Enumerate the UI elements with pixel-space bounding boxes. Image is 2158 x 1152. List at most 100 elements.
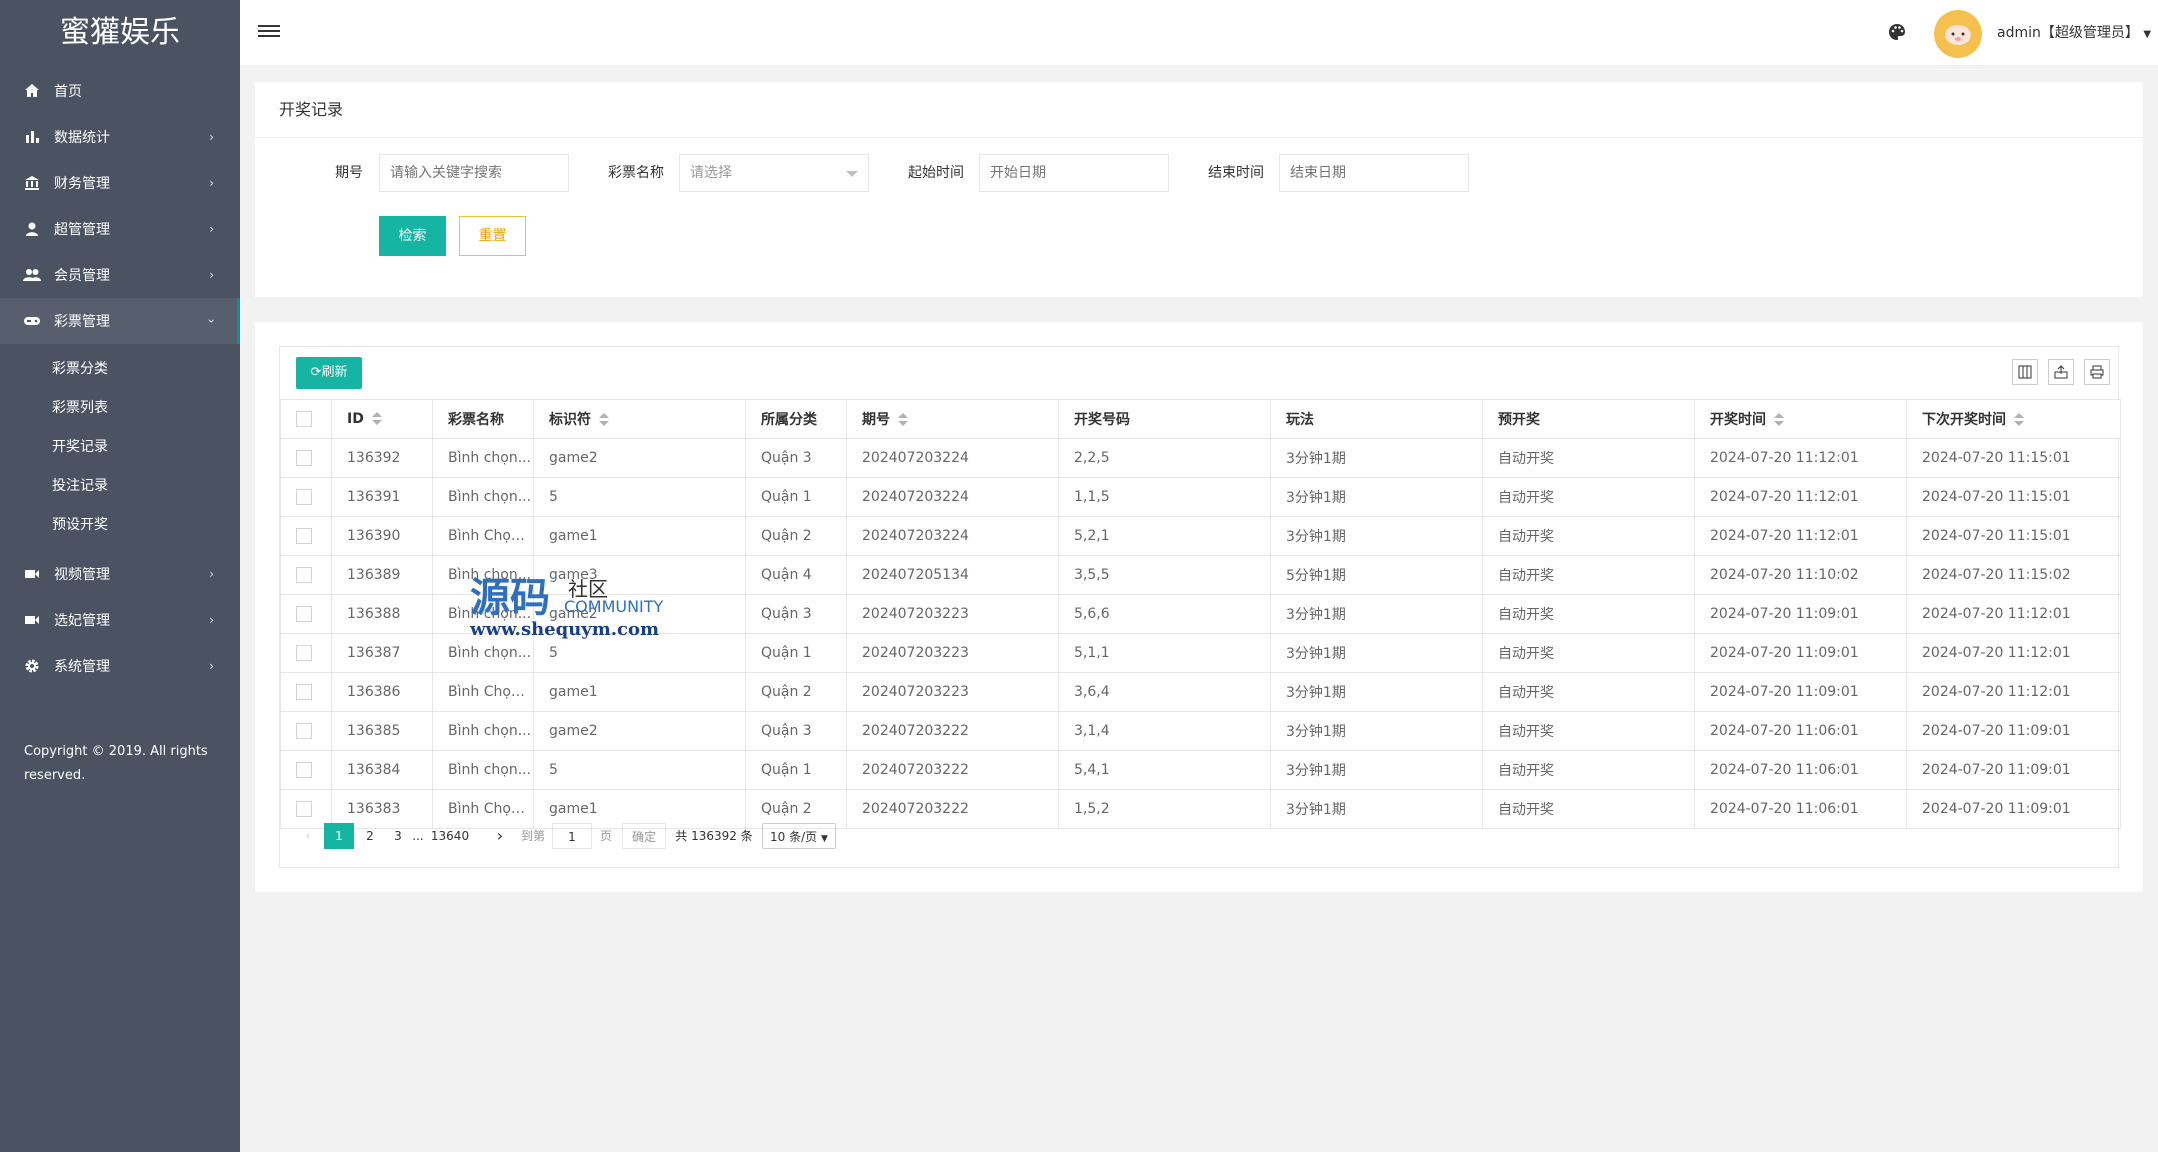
table-row[interactable]: 136384 Bình chọn... 5 Quận 1 202407203222 5,4… bbox=[280, 750, 2121, 790]
sort-icon[interactable] bbox=[1774, 413, 1784, 427]
table-cell: 2024-07-20 11:12:01 bbox=[1694, 516, 1907, 556]
prev-page-icon[interactable]: ‹ bbox=[298, 823, 318, 849]
column-header-next-draw-time[interactable]: 下次开奖时间 bbox=[1906, 399, 2121, 439]
sidebar-item-concubine[interactable]: 选妃管理 › bbox=[0, 597, 240, 643]
table-row[interactable]: 136390 Bình Chọn... game1 Quận 2 20240720322… bbox=[280, 516, 2121, 556]
row-select-cell[interactable] bbox=[280, 438, 332, 478]
submenu-lottery-list[interactable]: 彩票列表 bbox=[0, 389, 240, 428]
columns-filter-icon[interactable] bbox=[2012, 359, 2038, 385]
sidebar-item-admin[interactable]: 超管管理 › bbox=[0, 206, 240, 252]
table-cell: 5 bbox=[533, 750, 746, 790]
table-row[interactable]: 136392 Bình chọn... game2 Quận 3 20240720322… bbox=[280, 438, 2121, 478]
page-last[interactable]: 13640 bbox=[430, 823, 470, 849]
row-checkbox[interactable] bbox=[296, 567, 312, 583]
row-select-cell[interactable] bbox=[280, 516, 332, 556]
row-checkbox[interactable] bbox=[296, 528, 312, 544]
row-select-cell[interactable] bbox=[280, 477, 332, 517]
table-cell: Bình chọn... bbox=[432, 477, 534, 517]
table-header-row: ID 彩票名称 标识符 所属分类 期号 开奖号码 玩法 预开奖 开奖时间 下次开… bbox=[280, 399, 2121, 439]
row-select-cell[interactable] bbox=[280, 672, 332, 712]
sidebar-item-stats[interactable]: 数据统计 › bbox=[0, 114, 240, 160]
end-date-input[interactable] bbox=[1279, 154, 1469, 192]
table-cell: 3分钟1期 bbox=[1270, 477, 1483, 517]
table-cell: 136386 bbox=[331, 672, 433, 712]
select-all-cell[interactable] bbox=[280, 399, 332, 439]
table-cell: 自动开奖 bbox=[1482, 594, 1695, 634]
lottery-name-label: 彩票名称 bbox=[608, 165, 664, 181]
sidebar-item-finance[interactable]: 财务管理 › bbox=[0, 160, 240, 206]
row-checkbox[interactable] bbox=[296, 723, 312, 739]
row-select-cell[interactable] bbox=[280, 750, 332, 790]
row-select-cell[interactable] bbox=[280, 555, 332, 595]
menu-toggle-icon[interactable] bbox=[258, 22, 280, 44]
table-cell: game2 bbox=[533, 438, 746, 478]
sidebar-item-lottery[interactable]: 彩票管理 › bbox=[0, 298, 240, 344]
page-3[interactable]: 3 bbox=[388, 823, 408, 849]
table-cell: 自动开奖 bbox=[1482, 672, 1695, 712]
column-header-id[interactable]: ID bbox=[331, 399, 433, 439]
sort-icon[interactable] bbox=[599, 413, 609, 427]
search-button[interactable]: 检索 bbox=[379, 216, 446, 256]
table-cell: 136390 bbox=[331, 516, 433, 556]
submenu-preset-draw[interactable]: 预设开奖 bbox=[0, 506, 240, 545]
chevron-down-icon: › bbox=[204, 318, 219, 324]
user-menu[interactable]: admin【超级管理员】 ▼ bbox=[1997, 22, 2151, 46]
submenu-lottery-category[interactable]: 彩票分类 bbox=[0, 350, 240, 389]
table-cell: 2024-07-20 11:09:01 bbox=[1694, 633, 1907, 673]
sort-icon[interactable] bbox=[2014, 413, 2024, 427]
avatar[interactable] bbox=[1934, 10, 1982, 58]
sort-icon[interactable] bbox=[371, 412, 382, 426]
table-cell: 自动开奖 bbox=[1482, 555, 1695, 595]
next-page-icon[interactable]: › bbox=[490, 823, 510, 849]
table-cell: 自动开奖 bbox=[1482, 633, 1695, 673]
column-header-category: 所属分类 bbox=[745, 399, 847, 439]
submenu-bet-records[interactable]: 投注记录 bbox=[0, 467, 240, 506]
table-cell: 5,6,6 bbox=[1058, 594, 1271, 634]
export-icon[interactable] bbox=[2048, 359, 2074, 385]
table-cell: 2024-07-20 11:15:01 bbox=[1906, 438, 2121, 478]
video-icon bbox=[22, 613, 42, 627]
sort-icon[interactable] bbox=[898, 413, 908, 427]
period-search-input[interactable] bbox=[379, 154, 569, 192]
sidebar-item-members[interactable]: 会员管理 › bbox=[0, 252, 240, 298]
print-icon[interactable] bbox=[2084, 359, 2110, 385]
table-cell: Bình Chọn... bbox=[432, 672, 534, 712]
row-select-cell[interactable] bbox=[280, 633, 332, 673]
row-checkbox[interactable] bbox=[296, 489, 312, 505]
sidebar-item-home[interactable]: 首页 bbox=[0, 68, 240, 114]
row-checkbox[interactable] bbox=[296, 762, 312, 778]
table-row[interactable]: 136385 Bình chọn... game2 Quận 3 20240720322… bbox=[280, 711, 2121, 751]
table-cell: Quận 2 bbox=[745, 516, 847, 556]
refresh-button[interactable]: ⟳刷新 bbox=[296, 357, 362, 389]
page-2[interactable]: 2 bbox=[360, 823, 380, 849]
sidebar-item-system[interactable]: 系统管理 › bbox=[0, 643, 240, 689]
table-cell: 3分钟1期 bbox=[1270, 672, 1483, 712]
row-checkbox[interactable] bbox=[296, 645, 312, 661]
column-header-period[interactable]: 期号 bbox=[846, 399, 1059, 439]
row-select-cell[interactable] bbox=[280, 594, 332, 634]
select-all-checkbox[interactable] bbox=[296, 411, 312, 427]
column-header-draw-time[interactable]: 开奖时间 bbox=[1694, 399, 1907, 439]
table-cell: 3分钟1期 bbox=[1270, 711, 1483, 751]
goto-page-input[interactable]: 1 bbox=[552, 823, 592, 849]
goto-confirm-button[interactable]: 确定 bbox=[622, 823, 666, 849]
reset-button[interactable]: 重置 bbox=[459, 216, 526, 256]
per-page-select[interactable]: 10 条/页 ▼ bbox=[762, 823, 836, 849]
palette-icon[interactable] bbox=[1887, 22, 1909, 44]
row-checkbox[interactable] bbox=[296, 450, 312, 466]
caret-down-icon: ▼ bbox=[2143, 29, 2152, 40]
table-row[interactable]: 136391 Bình chọn... 5 Quận 1 202407203224 1,1… bbox=[280, 477, 2121, 517]
table-cell: 2024-07-20 11:12:01 bbox=[1694, 477, 1907, 517]
lottery-name-select[interactable]: 请选择 bbox=[679, 154, 869, 192]
column-header-identifier[interactable]: 标识符 bbox=[533, 399, 746, 439]
start-date-input[interactable] bbox=[979, 154, 1169, 192]
sidebar-item-video[interactable]: 视频管理 › bbox=[0, 551, 240, 597]
row-checkbox[interactable] bbox=[296, 684, 312, 700]
table-row[interactable]: 136386 Bình Chọn... game1 Quận 2 20240720322… bbox=[280, 672, 2121, 712]
gear-icon bbox=[22, 658, 42, 674]
row-select-cell[interactable] bbox=[280, 711, 332, 751]
page-1[interactable]: 1 bbox=[324, 823, 354, 849]
page-title: 开奖记录 bbox=[255, 82, 2143, 138]
row-checkbox[interactable] bbox=[296, 606, 312, 622]
submenu-draw-records[interactable]: 开奖记录 bbox=[0, 428, 240, 467]
